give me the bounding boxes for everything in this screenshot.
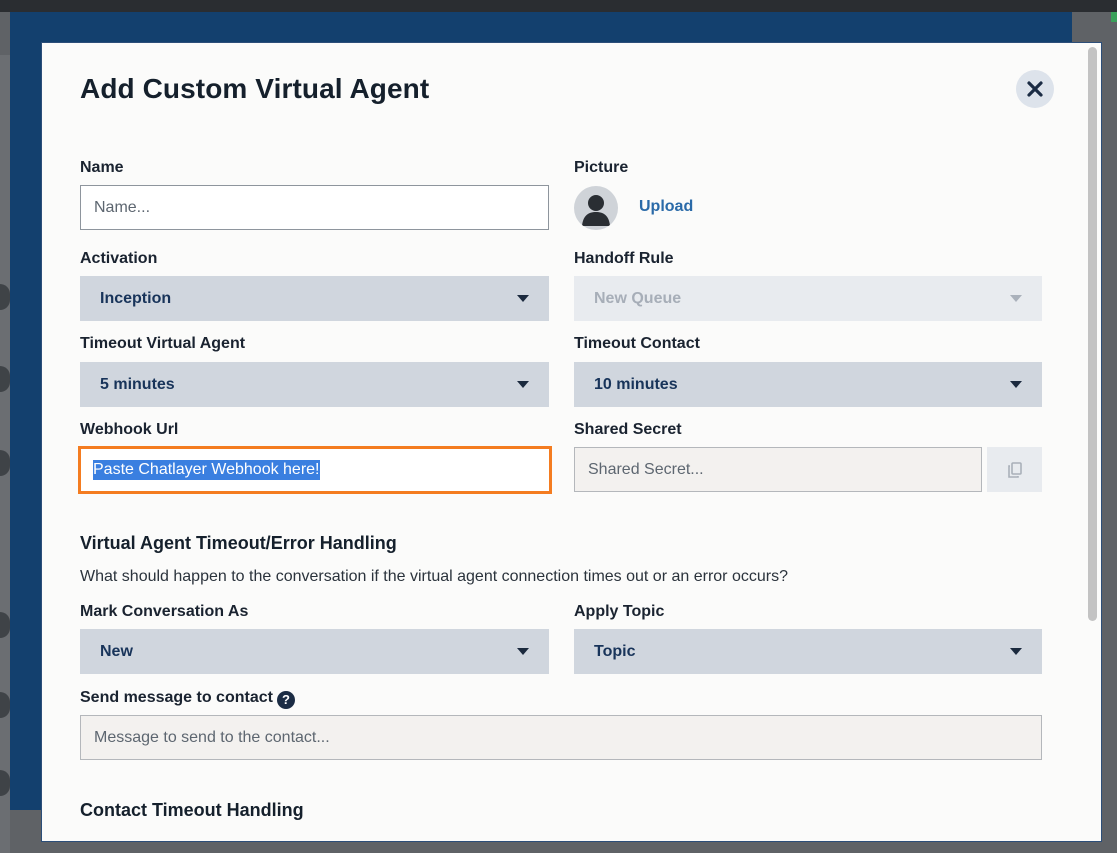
- timeout-contact-select[interactable]: 10 minutes: [574, 362, 1042, 407]
- picture-label: Picture: [574, 159, 629, 176]
- name-input[interactable]: Name...: [80, 185, 549, 230]
- background-sidebar: [10, 55, 42, 810]
- apply-topic-label: Apply Topic: [574, 603, 665, 620]
- shared-secret-input[interactable]: Shared Secret...: [574, 447, 982, 492]
- mark-conversation-as-select[interactable]: New: [80, 629, 549, 674]
- help-icon[interactable]: ?: [276, 691, 295, 709]
- activation-value: Inception: [100, 289, 172, 307]
- webhook-url-value: Paste Chatlayer Webhook here!: [93, 460, 320, 480]
- chevron-down-icon: [1010, 648, 1022, 655]
- mark-conversation-as-value: New: [100, 642, 133, 660]
- chevron-down-icon: [517, 648, 529, 655]
- handoff-rule-select: New Queue: [574, 276, 1042, 321]
- contact-timeout-title: Contact Timeout Handling: [80, 800, 304, 820]
- background-status-indicator: [1111, 12, 1117, 22]
- close-button[interactable]: [1016, 70, 1054, 108]
- add-virtual-agent-dialog: Add Custom Virtual Agent Name Name... Pi…: [41, 42, 1102, 842]
- timeout-contact-value: 10 minutes: [594, 375, 678, 393]
- handoff-rule-value: New Queue: [594, 289, 682, 307]
- apply-topic-value: Topic: [594, 642, 636, 660]
- upload-link[interactable]: Upload: [639, 198, 693, 216]
- apply-topic-select[interactable]: Topic: [574, 629, 1042, 674]
- send-message-input[interactable]: Message to send to the contact...: [80, 715, 1042, 760]
- chevron-down-icon: [1010, 295, 1022, 302]
- activation-label: Activation: [80, 250, 158, 267]
- user-silhouette-icon: [582, 195, 610, 226]
- chevron-down-icon: [517, 381, 529, 388]
- send-message-label-text: Send message to contact: [80, 689, 273, 706]
- name-input-placeholder: Name...: [94, 198, 151, 216]
- background-top-bar: [0, 0, 1117, 12]
- send-message-placeholder: Message to send to the contact...: [94, 728, 330, 746]
- error-handling-title: Virtual Agent Timeout/Error Handling: [80, 533, 397, 553]
- modal-title: Add Custom Virtual Agent: [80, 73, 430, 104]
- webhook-url-input[interactable]: Paste Chatlayer Webhook here!: [78, 446, 552, 494]
- timeout-contact-label: Timeout Contact: [574, 335, 700, 352]
- modal-scrollbar[interactable]: [1088, 47, 1097, 621]
- chevron-down-icon: [1010, 381, 1022, 388]
- copy-secret-button[interactable]: [987, 447, 1042, 492]
- shared-secret-placeholder: Shared Secret...: [588, 460, 704, 478]
- webhook-url-label: Webhook Url: [80, 421, 179, 438]
- avatar: [574, 186, 618, 230]
- timeout-virtual-agent-select[interactable]: 5 minutes: [80, 362, 549, 407]
- mark-conversation-as-label: Mark Conversation As: [80, 603, 249, 620]
- activation-select[interactable]: Inception: [80, 276, 549, 321]
- close-icon: [1027, 81, 1043, 97]
- copy-icon: [1007, 461, 1022, 478]
- timeout-virtual-agent-value: 5 minutes: [100, 375, 175, 393]
- send-message-label: Send message to contact?: [80, 689, 295, 709]
- handoff-rule-label: Handoff Rule: [574, 250, 674, 267]
- shared-secret-label: Shared Secret: [574, 421, 682, 438]
- chevron-down-icon: [517, 295, 529, 302]
- error-handling-description: What should happen to the conversation i…: [80, 568, 788, 585]
- name-label: Name: [80, 159, 124, 176]
- timeout-virtual-agent-label: Timeout Virtual Agent: [80, 335, 246, 352]
